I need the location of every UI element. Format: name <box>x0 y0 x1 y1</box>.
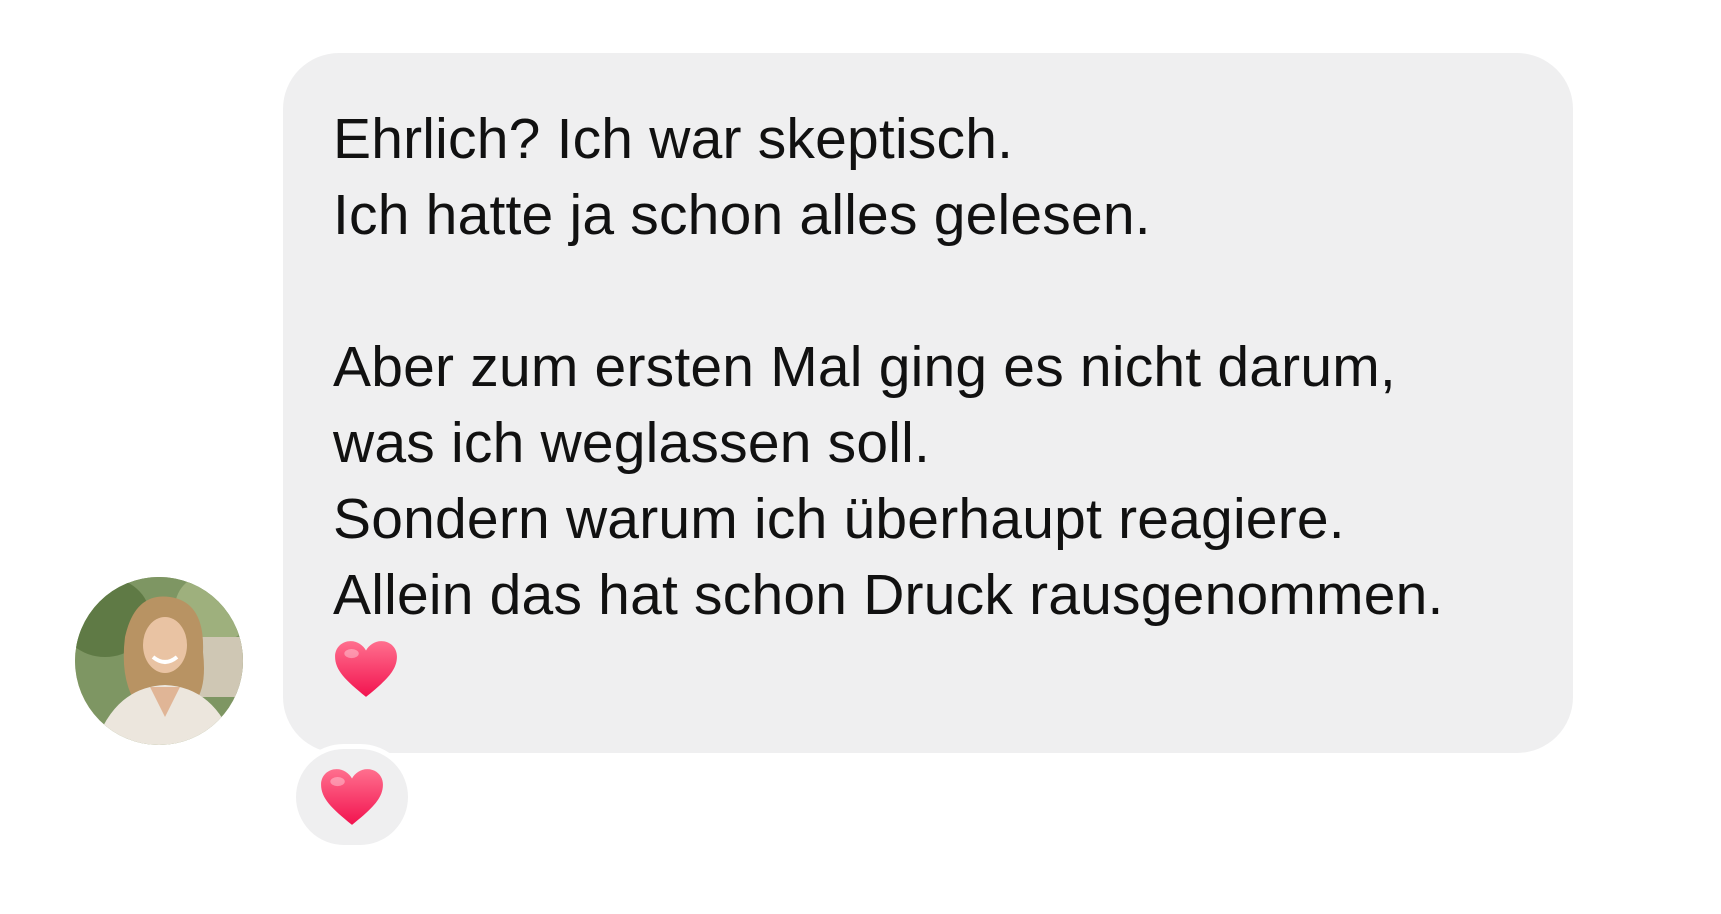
message-bubble[interactable]: Ehrlich? Ich war skeptisch. Ich hatte ja… <box>283 53 1573 753</box>
avatar-photo <box>75 577 243 745</box>
heart-icon <box>321 769 383 825</box>
message-line: was ich weglassen soll. <box>333 411 931 475</box>
message-line: Aber zum ersten Mal ging es nicht darum, <box>333 335 1396 399</box>
avatar[interactable] <box>75 577 243 745</box>
chat-conversation: Ehrlich? Ich war skeptisch. Ich hatte ja… <box>0 0 1721 914</box>
message-line: Allein das hat schon Druck rausgenommen. <box>333 563 1444 627</box>
message-line: Sondern warum ich überhaupt reagiere. <box>333 487 1345 551</box>
reaction-badge[interactable] <box>291 744 413 850</box>
message-line: Ehrlich? Ich war skeptisch. <box>333 107 1014 171</box>
heart-icon <box>335 641 397 697</box>
message-line: Ich hatte ja schon alles gelesen. <box>333 183 1151 247</box>
